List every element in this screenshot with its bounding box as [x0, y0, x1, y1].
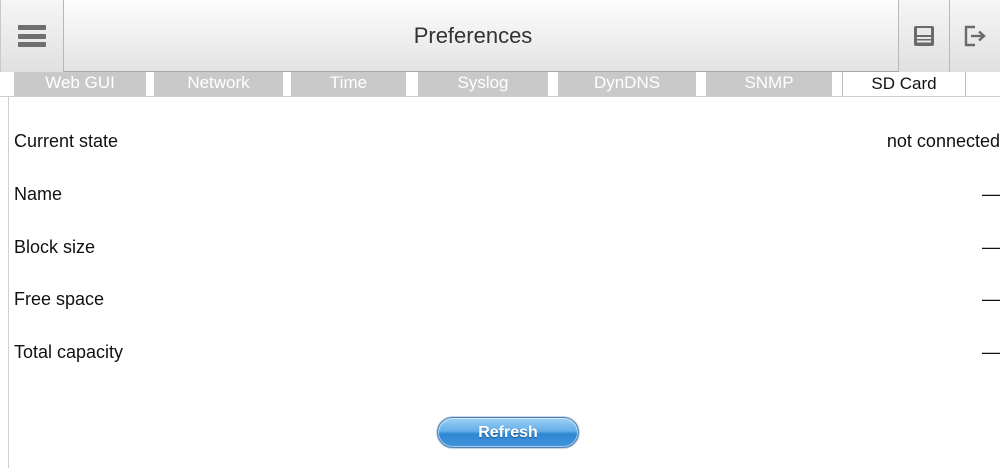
row-value: not connected — [886, 131, 1000, 151]
tab-syslog[interactable]: Syslog — [418, 72, 548, 96]
row-value: — — [982, 342, 1000, 362]
title-bar: Preferences — [0, 0, 1000, 72]
row-label: Current state — [14, 131, 119, 151]
row-free-space: Free space — — [14, 284, 1000, 314]
tab-bar: Web GUI Network Time Syslog DynDNS SNMP … — [0, 72, 1000, 97]
page-title: Preferences — [413, 23, 533, 48]
row-value: — — [982, 289, 1000, 309]
logout-button[interactable] — [950, 0, 1000, 72]
row-total-capacity: Total capacity — — [14, 337, 1000, 367]
panel-left-border — [8, 97, 9, 468]
tab-snmp[interactable]: SNMP — [706, 72, 832, 96]
tab-dyndns[interactable]: DynDNS — [558, 72, 696, 96]
tab-time[interactable]: Time — [291, 72, 406, 96]
row-name: Name — — [14, 179, 1000, 209]
row-current-state: Current state not connected — [14, 126, 1000, 156]
floppy-save-icon — [914, 26, 934, 46]
refresh-button[interactable]: Refresh — [437, 417, 579, 448]
tab-sd-card[interactable]: SD Card — [842, 72, 966, 97]
row-block-size: Block size — — [14, 232, 1000, 262]
logout-icon — [964, 25, 986, 47]
hamburger-menu-icon — [18, 25, 46, 47]
row-label: Block size — [14, 237, 96, 257]
tab-network[interactable]: Network — [154, 72, 283, 96]
menu-button[interactable] — [0, 0, 64, 72]
row-label: Name — [14, 184, 63, 204]
tab-divider — [0, 96, 1000, 97]
row-label: Free space — [14, 289, 105, 309]
row-label: Total capacity — [14, 342, 124, 362]
row-value: — — [982, 237, 1000, 257]
save-button[interactable] — [898, 0, 950, 72]
row-value: — — [982, 184, 1000, 204]
tab-web-gui[interactable]: Web GUI — [14, 72, 146, 96]
